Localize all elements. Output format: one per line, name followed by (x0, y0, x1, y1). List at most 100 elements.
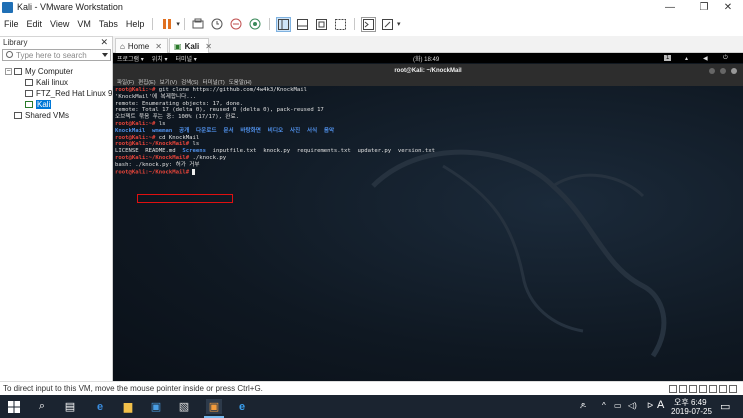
network-icon[interactable]: ▴ (685, 55, 688, 62)
cdrom-icon[interactable] (679, 385, 687, 393)
menu-vm[interactable]: VM (73, 19, 95, 29)
pause-dropdown-icon[interactable]: ▾ (176, 20, 180, 28)
message-log-icon[interactable] (729, 385, 737, 393)
view-dropdown-icon[interactable]: ▾ (397, 20, 401, 28)
title-bar: Kali - VMware Workstation (0, 0, 743, 14)
thumbnail-bar-icon[interactable] (295, 17, 310, 32)
usb-icon[interactable] (699, 385, 707, 393)
document-app-icon[interactable]: ▧ (176, 399, 192, 414)
terminal-menu-terminal[interactable]: 터미널(T) (203, 78, 225, 86)
kali-dragon-icon (371, 149, 667, 358)
pause-button[interactable] (159, 17, 174, 32)
applications-menu[interactable]: 프로그램 ▾ (117, 54, 144, 63)
tab-close-icon[interactable]: ✕ (155, 42, 162, 51)
tree-item-shared-vms[interactable]: Shared VMs (14, 110, 69, 120)
terminal-text: ls (192, 141, 200, 148)
tab-kali[interactable]: ▣ Kali ✕ (169, 38, 212, 53)
vm-running-icon (25, 100, 33, 108)
task-view-icon[interactable]: ▤ (62, 399, 78, 414)
library-close-icon[interactable]: ✕ (100, 37, 108, 48)
windows-start-icon[interactable] (6, 399, 22, 414)
terminal-close-icon[interactable] (731, 67, 737, 74)
snapshot-icon[interactable] (210, 17, 225, 32)
directory-listing: Screens (182, 148, 206, 155)
workspace-indicator[interactable]: 1 (664, 55, 672, 61)
search-icon (6, 51, 13, 58)
console-view-icon[interactable] (360, 16, 376, 32)
taskbar-date[interactable]: 2019-07-25 (671, 407, 712, 416)
tray-overflow-icon[interactable]: ^ (602, 401, 606, 410)
notification-icon[interactable]: ▭ (720, 400, 730, 413)
people-icon[interactable]: ዶ (580, 401, 586, 411)
menu-view[interactable]: View (46, 19, 73, 29)
shared-vms-icon (14, 111, 22, 119)
vm-icon (25, 89, 33, 97)
search-dropdown-icon[interactable] (102, 53, 108, 57)
power-icon[interactable]: ⏻ (723, 55, 728, 62)
tray-network-icon[interactable]: ▭ (614, 401, 622, 410)
terminal-output[interactable]: root@Kali:~# git clone https://github.co… (113, 86, 743, 381)
app-icon[interactable]: ▣ (148, 399, 164, 414)
menu-file[interactable]: File (0, 19, 23, 29)
library-title: Library (3, 38, 28, 47)
terminal-app-menu[interactable]: 터미널 ▾ (176, 54, 197, 63)
volume-icon[interactable]: ◀ (703, 55, 708, 62)
tray-ime-icon[interactable]: ᐅ (647, 401, 653, 410)
tab-close-icon[interactable]: ✕ (205, 42, 212, 51)
tree-item-vm-selected[interactable]: Kali (25, 99, 52, 109)
terminal-menu-help[interactable]: 도움말(H) (229, 78, 252, 86)
terminal-menu-view[interactable]: 보기(V) (160, 78, 177, 86)
sound-icon[interactable] (709, 385, 717, 393)
vm-display[interactable]: 프로그램 ▾ 위치 ▾ 터미널 ▾ (화) 18:49 1 ▴ ◀ ⏻ root… (113, 53, 743, 381)
search-icon[interactable]: ⌕ (34, 399, 50, 414)
error-highlight-box (137, 194, 233, 203)
tab-home[interactable]: ⌂ Home ✕ (115, 38, 168, 53)
send-ctrl-alt-del-icon[interactable] (191, 17, 206, 32)
edge-icon[interactable]: e (234, 399, 250, 414)
window-title: Kali - VMware Workstation (17, 2, 123, 12)
places-menu[interactable]: 위치 ▾ (152, 54, 168, 63)
menu-edit[interactable]: Edit (23, 19, 47, 29)
menu-help[interactable]: Help (122, 19, 149, 29)
vmware-logo-icon (2, 1, 13, 13)
terminal-menu-search[interactable]: 검색(S) (181, 78, 198, 86)
terminal-menu-file[interactable]: 파일(F) (117, 78, 134, 86)
show-library-icon[interactable] (275, 16, 291, 32)
tab-bar: ⌂ Home ✕ ▣ Kali ✕ (113, 36, 743, 53)
search-placeholder: Type here to search (16, 51, 87, 60)
display-icon[interactable] (719, 385, 727, 393)
stretch-guest-icon[interactable] (380, 17, 395, 32)
menu-tabs[interactable]: Tabs (95, 19, 122, 29)
vmware-taskbar-icon[interactable]: ▣ (206, 399, 222, 414)
hdd-icon[interactable] (669, 385, 677, 393)
close-button[interactable]: ✕ (710, 0, 743, 14)
collapse-icon[interactable]: − (5, 67, 12, 75)
terminal-line: 'KnockMail'에 복제합니다... (115, 94, 741, 101)
tree-item-vm[interactable]: FTZ_Red Hat Linux 9.0 (25, 88, 119, 98)
shell-prompt: root@Kali:~/KnockMail# (115, 154, 193, 161)
library-search-input[interactable]: Type here to search (2, 49, 111, 61)
tree-item-vm[interactable]: Kali linux (25, 77, 68, 87)
unity-icon[interactable] (333, 17, 348, 32)
snapshot-manager-icon[interactable] (248, 17, 263, 32)
file-explorer-icon[interactable]: ▆ (120, 399, 136, 414)
revert-snapshot-icon[interactable] (229, 17, 244, 32)
terminal-title: root@Kali: ~/KnockMail (113, 64, 743, 77)
tree-item-my-computer[interactable]: − My Computer (5, 66, 73, 76)
input-mode-indicator[interactable]: A (657, 399, 664, 411)
full-screen-icon[interactable] (314, 17, 329, 32)
vm-tab-icon: ▣ (174, 41, 182, 51)
edge-legacy-icon[interactable]: e (92, 399, 108, 414)
minimize-button[interactable]: — (652, 0, 688, 14)
menu-bar: File Edit View VM Tabs Help ▾ ▾ (0, 14, 743, 34)
terminal-minimize-icon[interactable] (709, 67, 715, 74)
library-header: Library ✕ (0, 36, 112, 48)
network-adapter-icon[interactable] (689, 385, 697, 393)
terminal-maximize-icon[interactable] (720, 67, 726, 74)
terminal-menu-edit[interactable]: 편집(E) (138, 78, 155, 86)
windows-taskbar: ⌕ ▤ e ▆ ▣ ▧ ▣ e ዶ ^ ▭ ◁) ᐅ A 오후 6:49 201… (0, 395, 743, 418)
status-bar: To direct input to this VM, move the mou… (0, 381, 743, 395)
gnome-clock[interactable]: (화) 18:49 (413, 54, 439, 63)
tray-volume-icon[interactable]: ◁) (628, 401, 637, 410)
terminal-text: remote: Total 17 (delta 0), reused 0 (de… (115, 107, 324, 114)
